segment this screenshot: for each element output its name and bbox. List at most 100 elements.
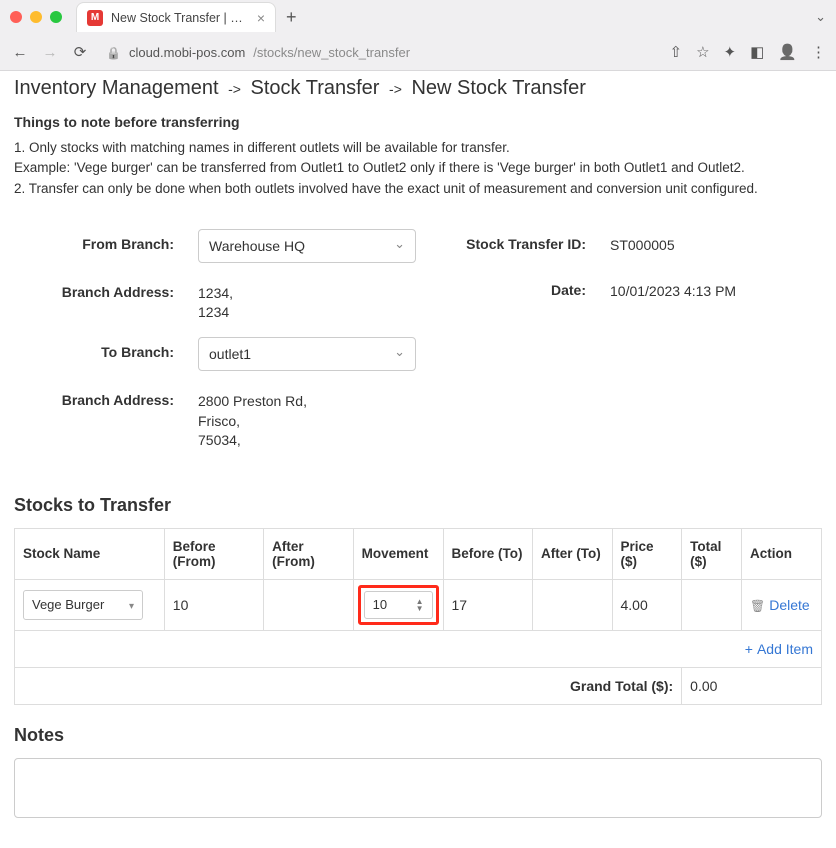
- browser-toolbar: ← → ⟳ cloud.mobi-pos.com/stocks/new_stoc…: [0, 34, 836, 70]
- new-tab-icon[interactable]: +: [286, 7, 297, 28]
- forward-icon[interactable]: →: [40, 44, 60, 61]
- profile-icon[interactable]: [778, 43, 797, 61]
- form-right: Stock Transfer ID: ST000005 Date: 10/01/…: [416, 229, 792, 465]
- instruction-line: 2. Transfer can only be done when both o…: [14, 179, 822, 199]
- cell-price: 4.00: [612, 579, 682, 630]
- to-branch-value: outlet1: [209, 346, 251, 362]
- col-price: Price ($): [612, 528, 682, 579]
- col-stock-name: Stock Name: [15, 528, 165, 579]
- extensions-icon[interactable]: [724, 43, 737, 61]
- instructions-heading: Things to note before transferring: [14, 114, 822, 130]
- close-window-icon[interactable]: [10, 11, 22, 23]
- branch-address-label: Branch Address:: [24, 385, 174, 408]
- bookmark-icon[interactable]: [696, 43, 709, 61]
- instruction-line: 1. Only stocks with matching names in di…: [14, 138, 822, 158]
- transfer-form: From Branch: Warehouse HQ Branch Address…: [14, 219, 822, 475]
- col-after-to: After (To): [533, 528, 612, 579]
- chevron-down-icon: [394, 345, 405, 362]
- trash-icon: [750, 597, 765, 613]
- url-path: /stocks/new_stock_transfer: [253, 45, 410, 60]
- tab-favicon: M: [87, 10, 103, 26]
- toolbar-right: [670, 43, 826, 61]
- grand-total-label: Grand Total ($):: [15, 667, 682, 704]
- browser-chrome: M New Stock Transfer | MobiPOS × + ⌄ ← →…: [0, 0, 836, 71]
- from-branch-select[interactable]: Warehouse HQ: [198, 229, 416, 263]
- cell-before-to: 17: [443, 579, 533, 630]
- col-movement: Movement: [353, 528, 443, 579]
- close-tab-icon[interactable]: ×: [257, 10, 265, 26]
- row-from-address: Branch Address: 1234, 1234: [24, 277, 416, 323]
- spinner-icon[interactable]: ▲▼: [416, 598, 424, 612]
- row-to-address: Branch Address: 2800 Preston Rd, Frisco,…: [24, 385, 416, 451]
- page-content: Inventory Management -> Stock Transfer -…: [0, 71, 836, 848]
- date-label: Date:: [416, 275, 586, 298]
- to-branch-label: To Branch:: [24, 337, 174, 360]
- titlebar: M New Stock Transfer | MobiPOS × + ⌄: [0, 0, 836, 34]
- branch-address-label: Branch Address:: [24, 277, 174, 300]
- add-item-cell: + Add Item: [15, 630, 822, 667]
- share-icon[interactable]: [670, 43, 683, 61]
- addr-line: 75034,: [198, 431, 307, 451]
- col-action: Action: [741, 528, 821, 579]
- reload-icon[interactable]: ⟳: [70, 43, 90, 61]
- window-controls: [10, 11, 62, 23]
- address-bar[interactable]: cloud.mobi-pos.com/stocks/new_stock_tran…: [100, 45, 660, 60]
- breadcrumb-sep: ->: [228, 81, 241, 97]
- minimize-window-icon[interactable]: [30, 11, 42, 23]
- lock-icon: [106, 45, 121, 60]
- notes-heading: Notes: [14, 725, 822, 746]
- stock-select-value: Vege Burger: [32, 597, 104, 612]
- cell-movement: 10 ▲▼: [353, 579, 443, 630]
- delete-row-button[interactable]: Delete: [750, 597, 810, 613]
- transfer-id-label: Stock Transfer ID:: [416, 229, 586, 252]
- from-branch-value: Warehouse HQ: [209, 238, 305, 254]
- col-before-from: Before (From): [164, 528, 263, 579]
- table-row: Vege Burger 10 10 ▲▼ 17 4.00: [15, 579, 822, 630]
- breadcrumb-stock-transfer[interactable]: Stock Transfer: [251, 77, 380, 99]
- stock-select[interactable]: Vege Burger: [23, 590, 143, 620]
- row-from-branch: From Branch: Warehouse HQ: [24, 229, 416, 263]
- delete-label: Delete: [769, 597, 809, 613]
- form-left: From Branch: Warehouse HQ Branch Address…: [24, 229, 416, 465]
- to-branch-select[interactable]: outlet1: [198, 337, 416, 371]
- browser-tab[interactable]: M New Stock Transfer | MobiPOS ×: [76, 2, 276, 32]
- menu-icon[interactable]: [811, 43, 826, 61]
- date-value: 10/01/2023 4:13 PM: [610, 275, 736, 302]
- tabs-menu-icon[interactable]: ⌄: [815, 9, 826, 25]
- panel-icon[interactable]: [750, 43, 764, 61]
- col-before-to: Before (To): [443, 528, 533, 579]
- col-after-from: After (From): [264, 528, 354, 579]
- addr-line: 2800 Preston Rd,: [198, 392, 307, 412]
- cell-after-from: [264, 579, 354, 630]
- addr-line: Frisco,: [198, 412, 307, 432]
- table-header-row: Stock Name Before (From) After (From) Mo…: [15, 528, 822, 579]
- breadcrumb-new: New Stock Transfer: [411, 77, 586, 99]
- instructions-body: 1. Only stocks with matching names in di…: [14, 138, 822, 199]
- maximize-window-icon[interactable]: [50, 11, 62, 23]
- add-item-button[interactable]: + Add Item: [745, 641, 813, 657]
- col-total: Total ($): [682, 528, 742, 579]
- breadcrumb-inv[interactable]: Inventory Management: [14, 77, 219, 99]
- grand-total-value: 0.00: [682, 667, 822, 704]
- stocks-table: Stock Name Before (From) After (From) Mo…: [14, 528, 822, 705]
- cell-stock-name: Vege Burger: [15, 579, 165, 630]
- chevron-down-icon: [394, 237, 405, 254]
- row-transfer-id: Stock Transfer ID: ST000005: [416, 229, 792, 261]
- chevron-down-icon: [129, 597, 134, 612]
- from-address: 1234, 1234: [198, 277, 233, 323]
- from-branch-label: From Branch:: [24, 229, 174, 252]
- movement-highlight: 10 ▲▼: [358, 585, 439, 625]
- row-date: Date: 10/01/2023 4:13 PM: [416, 275, 792, 307]
- movement-input[interactable]: 10 ▲▼: [364, 591, 433, 619]
- addr-line: 1234: [198, 303, 233, 323]
- back-icon[interactable]: ←: [10, 44, 30, 61]
- cell-after-to: [533, 579, 612, 630]
- grand-total-row: Grand Total ($): 0.00: [15, 667, 822, 704]
- notes-textarea[interactable]: [14, 758, 822, 818]
- breadcrumb-sep: ->: [389, 81, 402, 97]
- stocks-heading: Stocks to Transfer: [14, 495, 822, 516]
- cell-total: [682, 579, 742, 630]
- url-host: cloud.mobi-pos.com: [129, 45, 245, 60]
- plus-icon: +: [745, 641, 753, 657]
- transfer-id-value: ST000005: [610, 229, 675, 256]
